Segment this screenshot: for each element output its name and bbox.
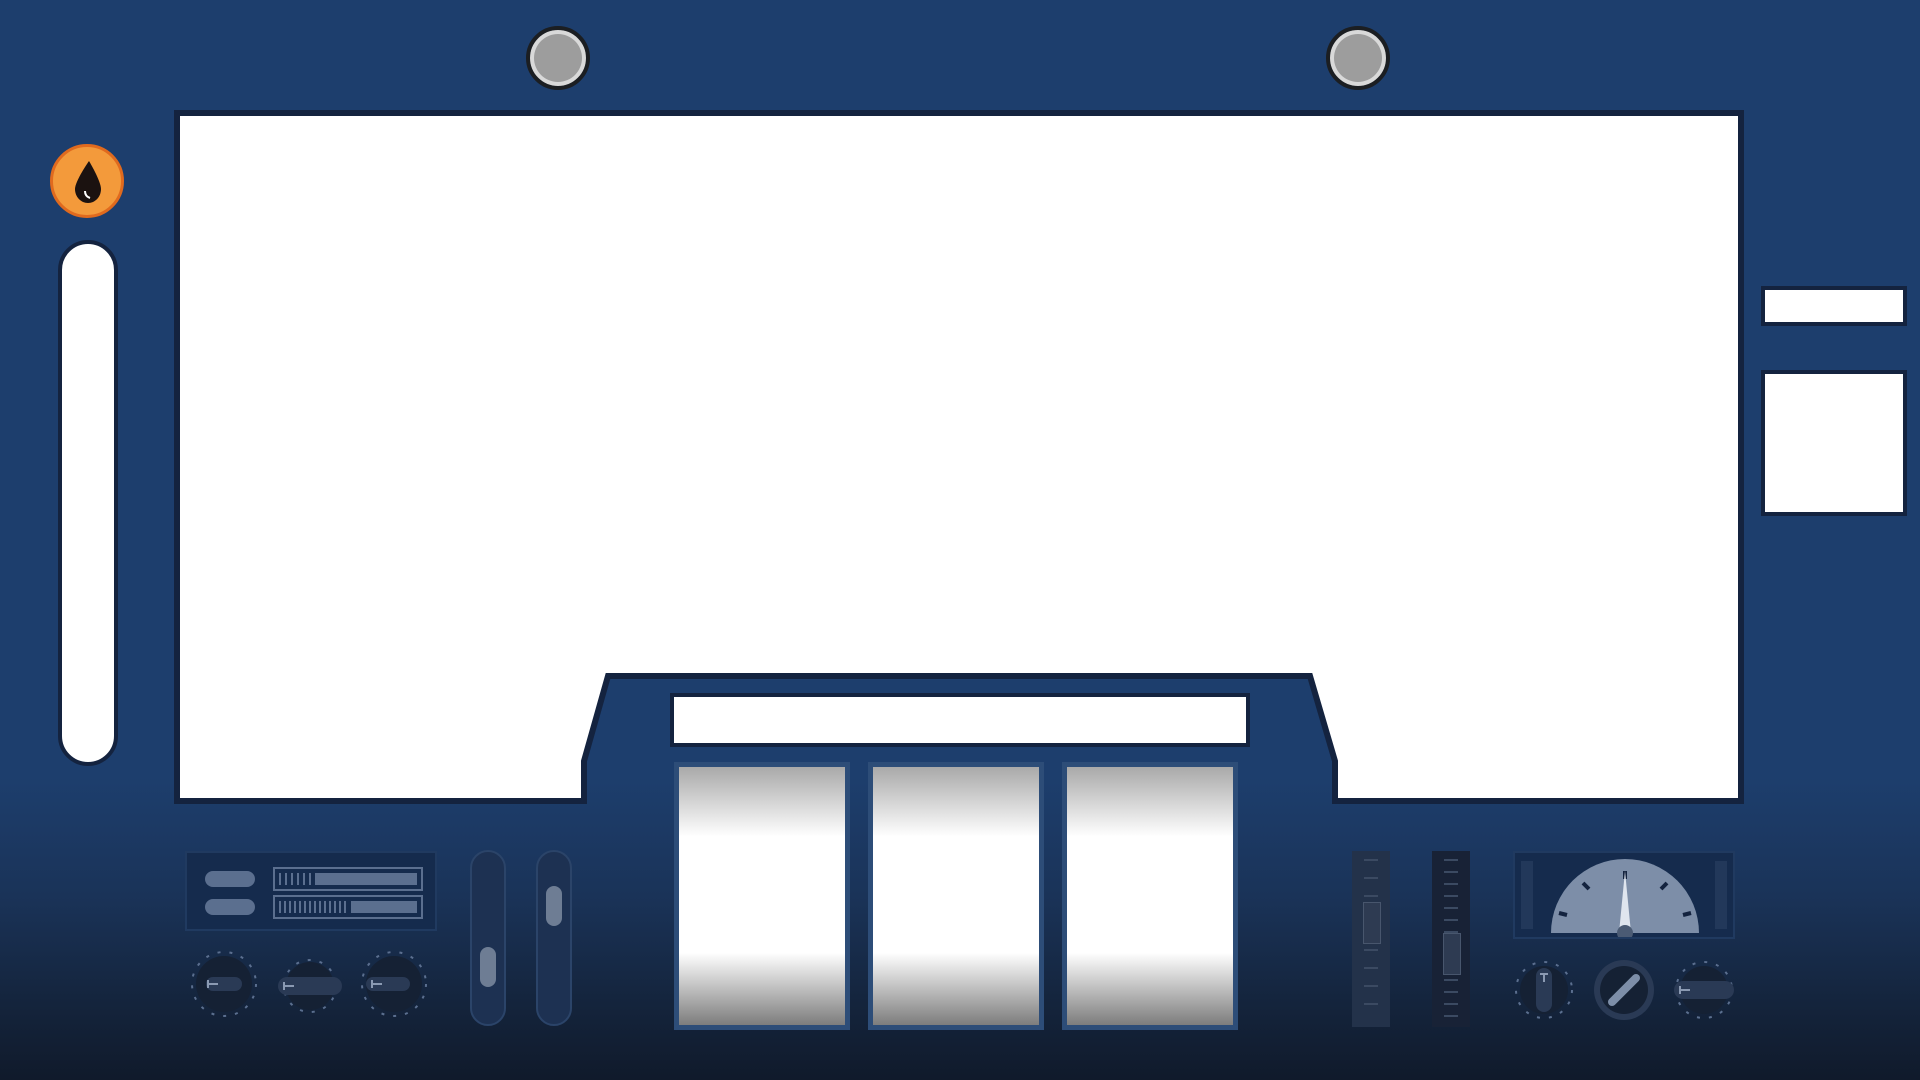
- knob-1[interactable]: [191, 951, 257, 1017]
- right-fader-2[interactable]: [1432, 851, 1470, 1027]
- gauge-dial: [1521, 859, 1727, 937]
- left-slider-1[interactable]: [470, 850, 506, 1026]
- right-knob-3[interactable]: [1674, 961, 1734, 1019]
- oil-drop-icon: [75, 161, 101, 203]
- left-slider-2-knob[interactable]: [546, 885, 562, 926]
- right-fader-1-knob[interactable]: [1363, 902, 1381, 945]
- pressure-gauge: [1513, 851, 1735, 939]
- indicator-pill-1: [205, 871, 255, 887]
- right-knobs: [1515, 960, 1734, 1020]
- left-indicator-panel: [185, 851, 437, 931]
- right-fader-1[interactable]: [1352, 851, 1390, 1027]
- left-slider-2[interactable]: [536, 850, 572, 1026]
- knob-3[interactable]: [361, 951, 427, 1017]
- reel-1[interactable]: [674, 762, 850, 1030]
- level-bar-1: [273, 867, 423, 891]
- info-panel-side-right: [1761, 370, 1907, 516]
- right-fader-2-knob[interactable]: [1443, 933, 1461, 976]
- indicator-pill-2: [205, 899, 255, 915]
- info-panel-top-right: [1761, 286, 1907, 326]
- right-knob-2[interactable]: [1594, 960, 1654, 1020]
- left-knobs: [191, 951, 427, 1017]
- knob-2[interactable]: [278, 959, 342, 1013]
- message-display: [670, 693, 1250, 747]
- level-bar-2: [273, 895, 423, 919]
- reel-2[interactable]: [868, 762, 1044, 1030]
- oil-button[interactable]: [50, 144, 124, 218]
- right-knob-1[interactable]: [1515, 961, 1573, 1019]
- oil-meter: [58, 240, 118, 766]
- left-slider-1-knob[interactable]: [480, 947, 496, 987]
- reel-3[interactable]: [1062, 762, 1238, 1030]
